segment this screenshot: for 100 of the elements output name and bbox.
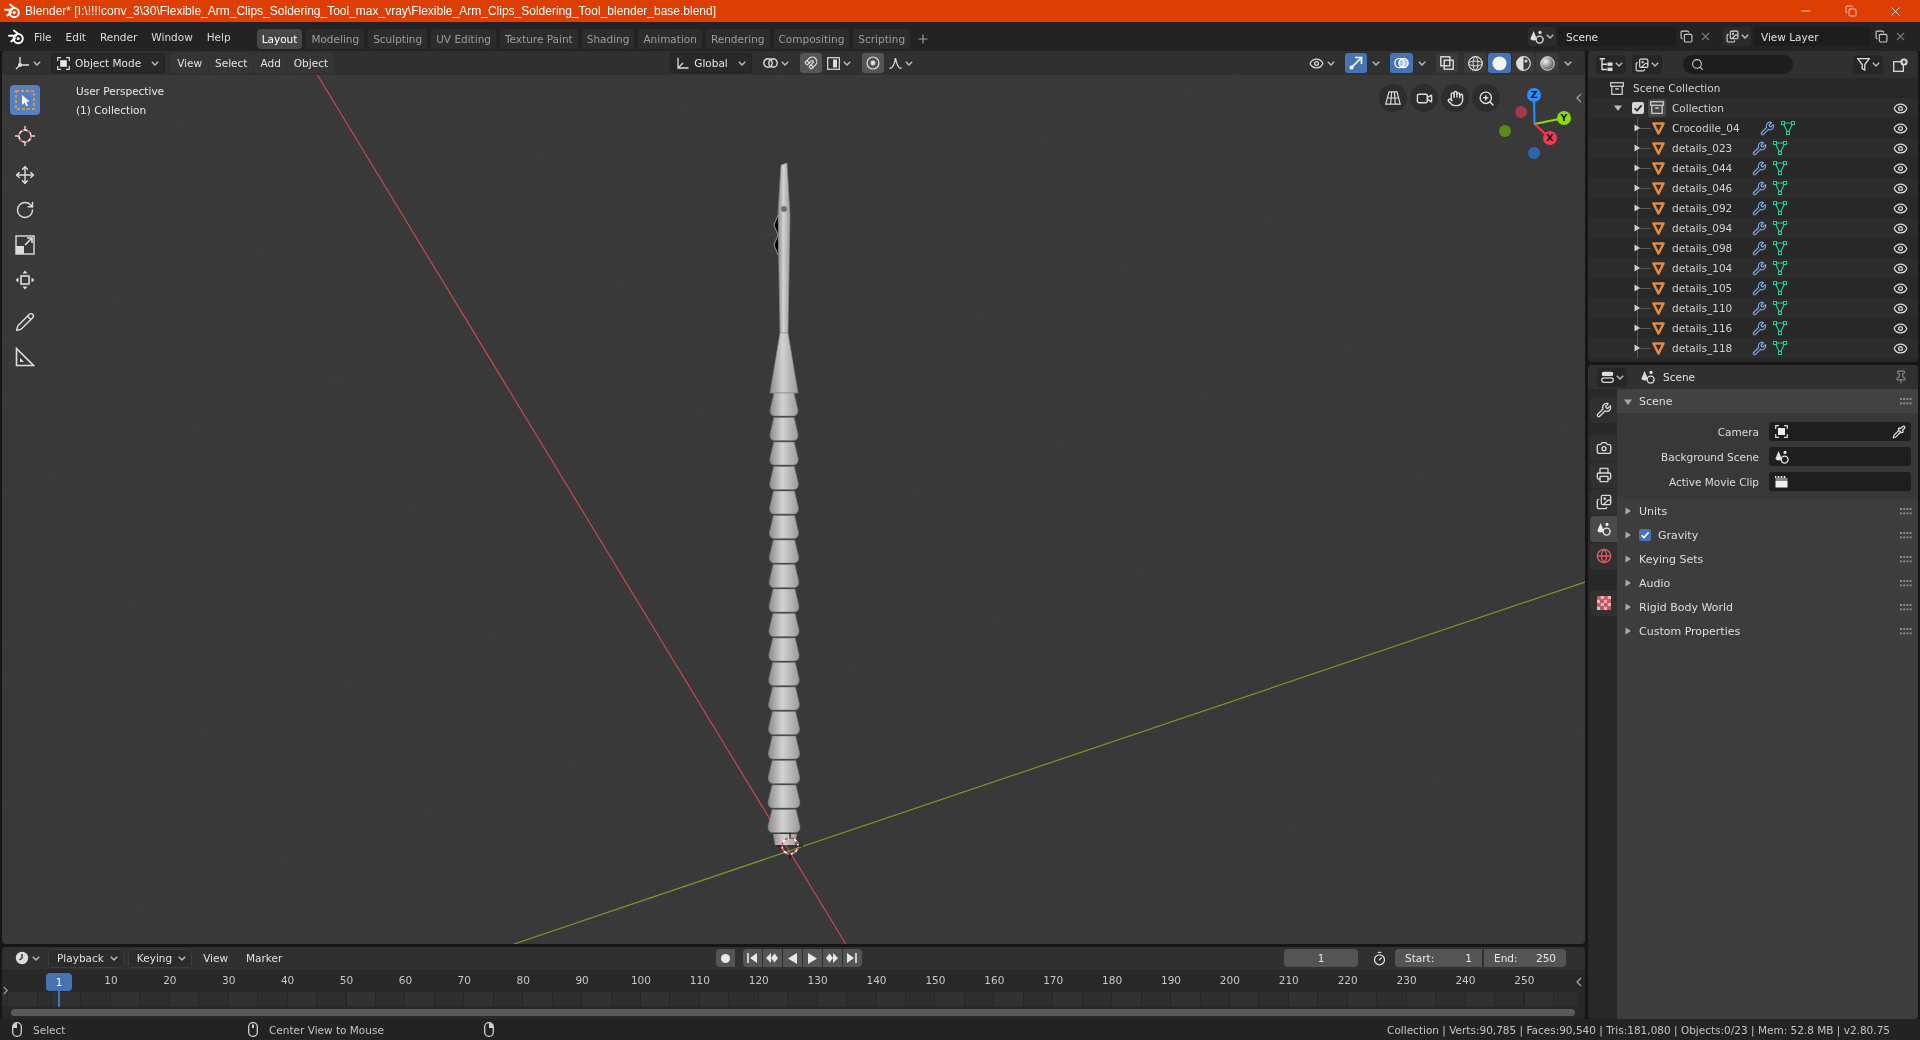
right-triangle-icon[interactable]: [1633, 324, 1641, 332]
right-triangle-icon[interactable]: [1624, 531, 1632, 539]
workspace-tab[interactable]: Texture Paint: [499, 28, 578, 49]
workspace-tab[interactable]: Layout: [256, 28, 303, 49]
scrollbar-thumb[interactable]: [11, 1009, 1575, 1016]
wrench-icon[interactable]: [1752, 260, 1768, 276]
wrench-icon[interactable]: [1752, 240, 1768, 256]
right-triangle-icon[interactable]: [1633, 164, 1641, 172]
outliner-row[interactable]: details_094: [1588, 218, 1918, 238]
workspace-tab[interactable]: Modeling: [306, 28, 365, 49]
wrench-icon[interactable]: [1752, 340, 1768, 356]
wrench-icon[interactable]: [1752, 160, 1768, 176]
outliner-row[interactable]: details_104: [1588, 258, 1918, 278]
eyedropper-icon[interactable]: [1892, 424, 1906, 439]
scene-browse-button[interactable]: [1528, 27, 1556, 46]
previous-keyframe-button[interactable]: [762, 949, 782, 967]
eye-icon[interactable]: [1893, 320, 1908, 336]
right-triangle-icon[interactable]: [1624, 579, 1632, 587]
filter-button[interactable]: [1853, 55, 1883, 74]
wrench-icon[interactable]: [1752, 200, 1768, 216]
editor-type-button[interactable]: [1596, 55, 1626, 74]
camera-view-button[interactable]: [1410, 84, 1438, 112]
workspace-tab[interactable]: Scripting: [853, 28, 911, 49]
start-frame-field[interactable]: Start: 1: [1395, 949, 1482, 967]
workspace-tab[interactable]: Shading: [581, 28, 635, 49]
jump-start-button[interactable]: [742, 949, 762, 967]
properties-tab[interactable]: [1590, 516, 1617, 542]
menu-item[interactable]: Render: [92, 26, 145, 47]
checkbox[interactable]: [1632, 102, 1644, 114]
wrench-icon[interactable]: [1752, 140, 1768, 156]
eye-icon[interactable]: [1893, 280, 1908, 296]
eye-icon[interactable]: [1893, 120, 1908, 136]
properties-tab[interactable]: [1590, 397, 1617, 423]
eye-icon[interactable]: [1893, 340, 1908, 356]
down-triangle-icon[interactable]: [1624, 397, 1632, 406]
record-button[interactable]: [715, 949, 735, 967]
next-keyframe-button[interactable]: [822, 949, 842, 967]
eye-icon[interactable]: [1893, 200, 1908, 216]
overlays-toggle[interactable]: [1390, 53, 1413, 73]
chevron-left-icon[interactable]: [1576, 977, 1582, 987]
properties-tab[interactable]: [1590, 590, 1617, 616]
scene-name-field[interactable]: Scene: [1558, 27, 1676, 46]
negative-axis-dot-icon[interactable]: [1499, 125, 1511, 137]
playhead-frame[interactable]: 1: [46, 973, 72, 991]
search-field[interactable]: [1683, 55, 1793, 74]
chevron-right-icon[interactable]: [3, 986, 8, 995]
scene-field[interactable]: [1769, 447, 1911, 466]
axis-handle[interactable]: Z: [1527, 88, 1541, 125]
properties-tab[interactable]: [1590, 489, 1617, 515]
xray-toggle[interactable]: [1436, 53, 1458, 73]
eye-icon[interactable]: [1893, 180, 1908, 196]
right-triangle-icon[interactable]: [1633, 204, 1641, 212]
panel-header[interactable]: Scene: [1617, 390, 1918, 413]
menu-item[interactable]: Help: [199, 26, 238, 47]
tool-button[interactable]: [10, 85, 40, 115]
view-layer-name-field[interactable]: View Layer: [1753, 27, 1871, 46]
current-frame-field[interactable]: 1: [1284, 949, 1358, 967]
right-triangle-icon[interactable]: [1633, 344, 1641, 352]
eye-icon[interactable]: [1893, 260, 1908, 276]
wrench-icon[interactable]: [1752, 220, 1768, 236]
axis-handle[interactable]: Y: [1533, 111, 1571, 125]
workspace-tab[interactable]: Compositing: [773, 28, 850, 49]
menu-dropdown[interactable]: Playback: [48, 948, 124, 968]
display-mode-button[interactable]: [1632, 55, 1662, 74]
gizmo-toggle[interactable]: [1345, 53, 1367, 73]
workspace-tab[interactable]: Animation: [638, 28, 702, 49]
right-triangle-icon[interactable]: [1633, 284, 1641, 292]
wrench-icon[interactable]: [1752, 300, 1768, 316]
menu-item[interactable]: View: [171, 53, 209, 73]
right-triangle-icon[interactable]: [1633, 184, 1641, 192]
right-triangle-icon[interactable]: [1624, 507, 1632, 515]
menu-item[interactable]: Window: [144, 26, 200, 47]
outliner-row[interactable]: details_023: [1588, 138, 1918, 158]
right-triangle-icon[interactable]: [1624, 627, 1632, 635]
play-reverse-button[interactable]: [782, 949, 802, 967]
menu-item[interactable]: Edit: [58, 26, 93, 47]
axis-handle[interactable]: X: [1533, 123, 1557, 145]
shading-mode-button[interactable]: [1512, 53, 1535, 73]
right-triangle-icon[interactable]: [1633, 264, 1641, 272]
shading-mode-button[interactable]: [1536, 53, 1559, 73]
movie-clip-field[interactable]: [1769, 472, 1911, 491]
jump-end-button[interactable]: [842, 949, 862, 967]
orientation-dropdown[interactable]: Global: [670, 53, 752, 73]
view-layer-browse-button[interactable]: [1723, 27, 1751, 46]
shading-mode-button[interactable]: [1464, 53, 1487, 73]
outliner-row[interactable]: details_118: [1588, 338, 1918, 358]
workspace-tab[interactable]: Sculpting: [368, 28, 428, 49]
wrench-icon[interactable]: [1752, 280, 1768, 296]
menu-item[interactable]: Object: [287, 53, 335, 73]
menu-item[interactable]: Select: [209, 53, 254, 73]
right-triangle-icon[interactable]: [1633, 304, 1641, 312]
snap-toggle[interactable]: [799, 53, 822, 73]
eye-icon[interactable]: [1893, 140, 1908, 156]
properties-tab[interactable]: [1590, 435, 1617, 461]
editor-type-button[interactable]: [1597, 367, 1627, 387]
negative-axis-dot-icon[interactable]: [1515, 106, 1527, 118]
eye-icon[interactable]: [1893, 240, 1908, 256]
wrench-icon[interactable]: [1752, 320, 1768, 336]
right-triangle-icon[interactable]: [1633, 224, 1641, 232]
play-button[interactable]: [802, 949, 822, 967]
